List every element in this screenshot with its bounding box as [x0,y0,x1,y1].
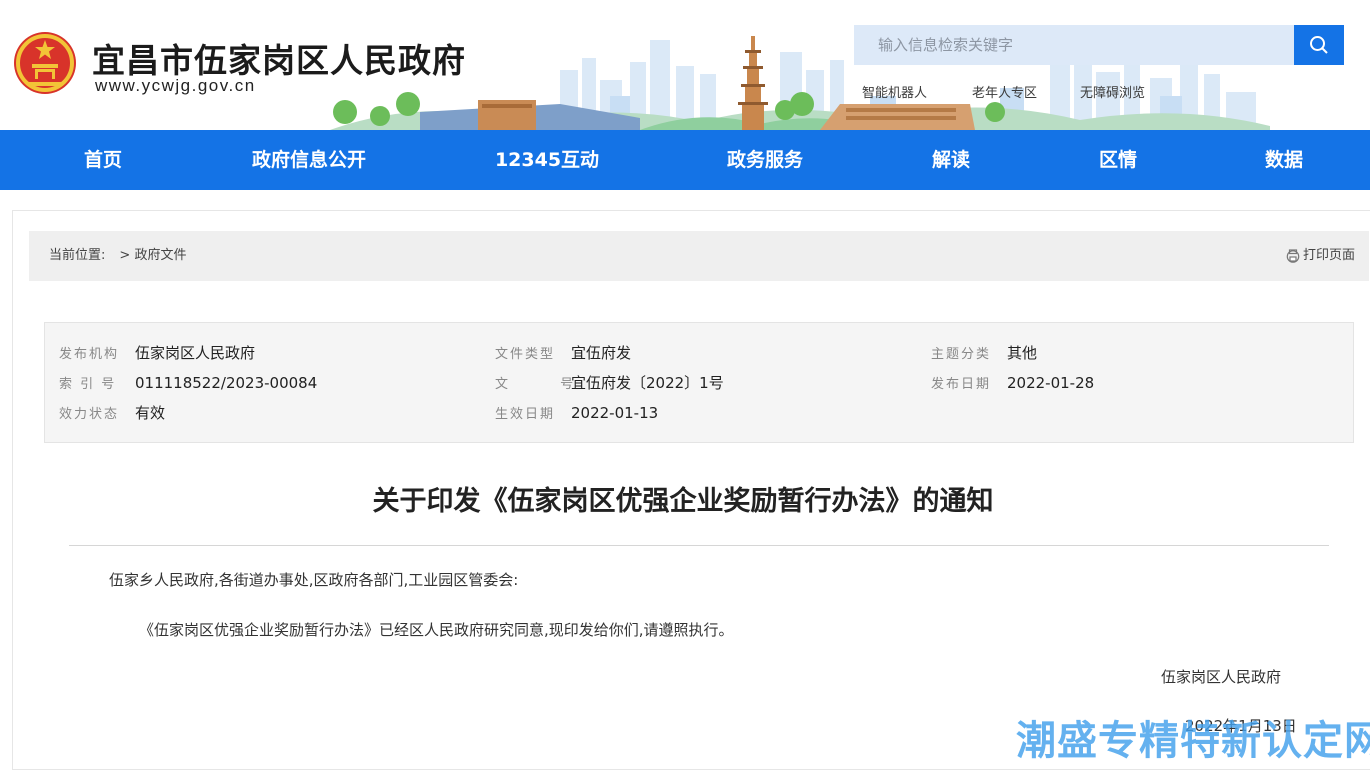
site-url: www.ycwjg.gov.cn [95,76,256,95]
site-header: 宜昌市伍家岗区人民政府 www.ycwjg.gov.cn 智能机器人 老年人专区… [0,0,1370,130]
main-nav: 首页 政府信息公开 12345互动 政务服务 解读 区情 数据 [0,130,1370,190]
nav-item-12345[interactable]: 12345互动 [495,130,599,190]
nav-item-interpretation[interactable]: 解读 [932,130,970,190]
breadcrumb-path: 当前位置: > 政府文件 [49,231,186,281]
breadcrumb: 当前位置: > 政府文件 打印页面 [29,231,1369,281]
nav-item-home[interactable]: 首页 [84,130,122,190]
document-title: 关于印发《伍家岗区优强企业奖励暂行办法》的通知 [372,486,994,517]
nav-item-gov-info[interactable]: 政府信息公开 [252,130,366,190]
breadcrumb-separator: > [119,248,131,263]
document-salutation: 伍家乡人民政府,各街道办事处,区政府各部门,工业园区管委会: [109,571,519,589]
breadcrumb-current[interactable]: 政府文件 [134,248,186,263]
meta-value-topic: 其他 [1007,344,1038,362]
meta-value-doc-no: 宜伍府发〔2022〕1号 [571,374,724,392]
watermark: 潮盛专精特新认定网 [1016,718,1370,764]
link-elderly-zone[interactable]: 老年人专区 [972,82,1080,101]
document-body-paragraph: 《伍家岗区优强企业奖励暂行办法》已经区人民政府研究同意,现印发给你们,请遵照执行… [139,621,734,639]
content-panel: 当前位置: > 政府文件 打印页面 发布机构 伍家岗区人民政府 文件类型 宜伍府发 主… [12,210,1370,770]
meta-value-publish-date: 2022-01-28 [1007,374,1095,392]
meta-key-publish-date: 发布日期 [931,377,992,392]
meta-value-index: 011118522/2023-00084 [135,374,318,392]
meta-key-index: 索 引 号 [59,377,117,392]
meta-key-doc-type: 文件类型 [495,347,556,362]
meta-key-publisher: 发布机构 [59,347,120,362]
nav-item-data[interactable]: 数据 [1265,130,1303,190]
meta-value-publisher: 伍家岗区人民政府 [135,344,256,362]
print-button[interactable]: 打印页面 [1286,231,1355,281]
nav-item-district-info[interactable]: 区情 [1099,130,1137,190]
meta-key-status: 效力状态 [59,407,120,422]
search-button[interactable] [1294,25,1344,65]
meta-key-doc-no: 文 号 [495,377,576,392]
document-signature: 伍家岗区人民政府 [1161,668,1282,686]
meta-value-effective-date: 2022-01-13 [571,404,659,422]
search-input[interactable] [854,25,1294,65]
meta-row: 索 引 号 011118522/2023-00084 文 号宜伍府发〔2022〕1… [45,368,1353,398]
link-accessibility[interactable]: 无障碍浏览 [1080,82,1145,101]
site-title: 宜昌市伍家岗区人民政府 [92,41,466,80]
title-divider [69,545,1329,546]
meta-key-effective-date: 生效日期 [495,407,556,422]
meta-value-doc-type: 宜伍府发 [571,344,632,362]
link-smart-robot[interactable]: 智能机器人 [862,82,972,101]
nav-item-services[interactable]: 政务服务 [727,130,803,190]
meta-value-status: 有效 [135,404,166,422]
quick-links: 智能机器人 老年人专区 无障碍浏览 [862,82,1145,101]
breadcrumb-label: 当前位置: [49,248,106,263]
printer-icon [1286,249,1300,263]
meta-row: 发布机构 伍家岗区人民政府 文件类型 宜伍府发 主题分类 其他 [45,338,1353,368]
national-emblem-icon [14,32,76,94]
meta-row: 效力状态 有效 生效日期 2022-01-13 [45,398,1353,428]
meta-key-topic: 主题分类 [931,347,992,362]
print-label: 打印页面 [1302,248,1355,263]
search-icon [1310,36,1328,54]
document-metadata: 发布机构 伍家岗区人民政府 文件类型 宜伍府发 主题分类 其他 索 引 号 011118… [44,322,1354,443]
